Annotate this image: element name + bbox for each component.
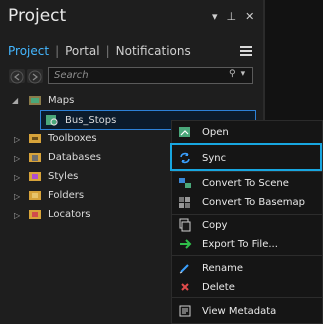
tab-portal[interactable]: Portal [65,44,99,58]
convert-basemap-icon [179,197,190,208]
pane-title: Project [8,6,67,26]
folders-icon [29,191,41,200]
expand-folders-icon[interactable]: ▷ [14,192,20,201]
hamburger-menu-icon[interactable] [240,46,252,56]
menu-separator [172,297,322,298]
forward-arrow-icon [28,70,42,84]
tab-separator: | [105,44,110,58]
back-button[interactable] [9,69,25,84]
pane-tabs: Project | Portal | Notifications [8,44,191,58]
title-icons: ▾ ⊥ ✕ [212,10,254,23]
copy-icon [179,218,191,232]
tree-item-locators[interactable]: Locators [28,205,91,223]
expand-toolboxes-icon[interactable]: ▷ [14,135,20,144]
dropdown-arrow-icon[interactable]: ▾ [212,10,218,23]
expand-locators-icon[interactable]: ▷ [14,211,20,220]
chevron-down-icon[interactable]: ▾ [241,69,246,79]
tree-item-maps[interactable]: Maps [28,91,74,109]
expand-databases-icon[interactable]: ▷ [14,154,20,163]
tree-item-databases[interactable]: Databases [28,148,101,166]
search-icon[interactable]: ⚲ [229,69,236,79]
close-icon[interactable]: ✕ [245,10,254,23]
convert-scene-icon [179,178,191,188]
sync-highlight-box [170,143,322,171]
menu-item-open[interactable]: Open [172,121,322,143]
export-arrow-icon [180,239,192,249]
tree-item-folders[interactable]: Folders [28,186,84,204]
database-folder-icon [29,153,41,162]
toolbox-folder-icon [29,134,41,143]
folder-maps-icon [29,96,41,105]
search-icons: ⚲ ▾ [229,69,317,79]
tree-item-toolboxes[interactable]: Toolboxes [28,129,97,147]
styles-folder-icon [29,172,41,181]
pin-icon[interactable]: ⊥ [227,10,237,23]
menu-item-delete[interactable]: Delete [172,276,322,298]
menu-item-export-to-file[interactable]: Export To File... [172,233,322,255]
tab-notifications[interactable]: Notifications [116,44,191,58]
forward-button[interactable] [27,69,43,84]
search-input[interactable]: Search [48,67,253,84]
expand-maps-icon[interactable]: ◢ [12,96,18,105]
tree-item-styles[interactable]: Styles [28,167,78,185]
menu-item-convert-to-basemap[interactable]: Convert To Basemap [172,191,322,213]
menu-separator [172,255,322,256]
open-map-icon [179,127,190,137]
expand-styles-icon[interactable]: ▷ [14,173,20,182]
metadata-icon [179,305,191,317]
tab-project[interactable]: Project [8,44,49,58]
menu-item-view-metadata[interactable]: View Metadata [172,300,322,322]
map-icon [46,115,58,126]
rename-pencil-icon [179,264,189,274]
locators-folder-icon [29,210,41,219]
back-arrow-icon [10,70,24,84]
delete-x-icon [181,283,189,291]
tab-separator: | [55,44,60,58]
